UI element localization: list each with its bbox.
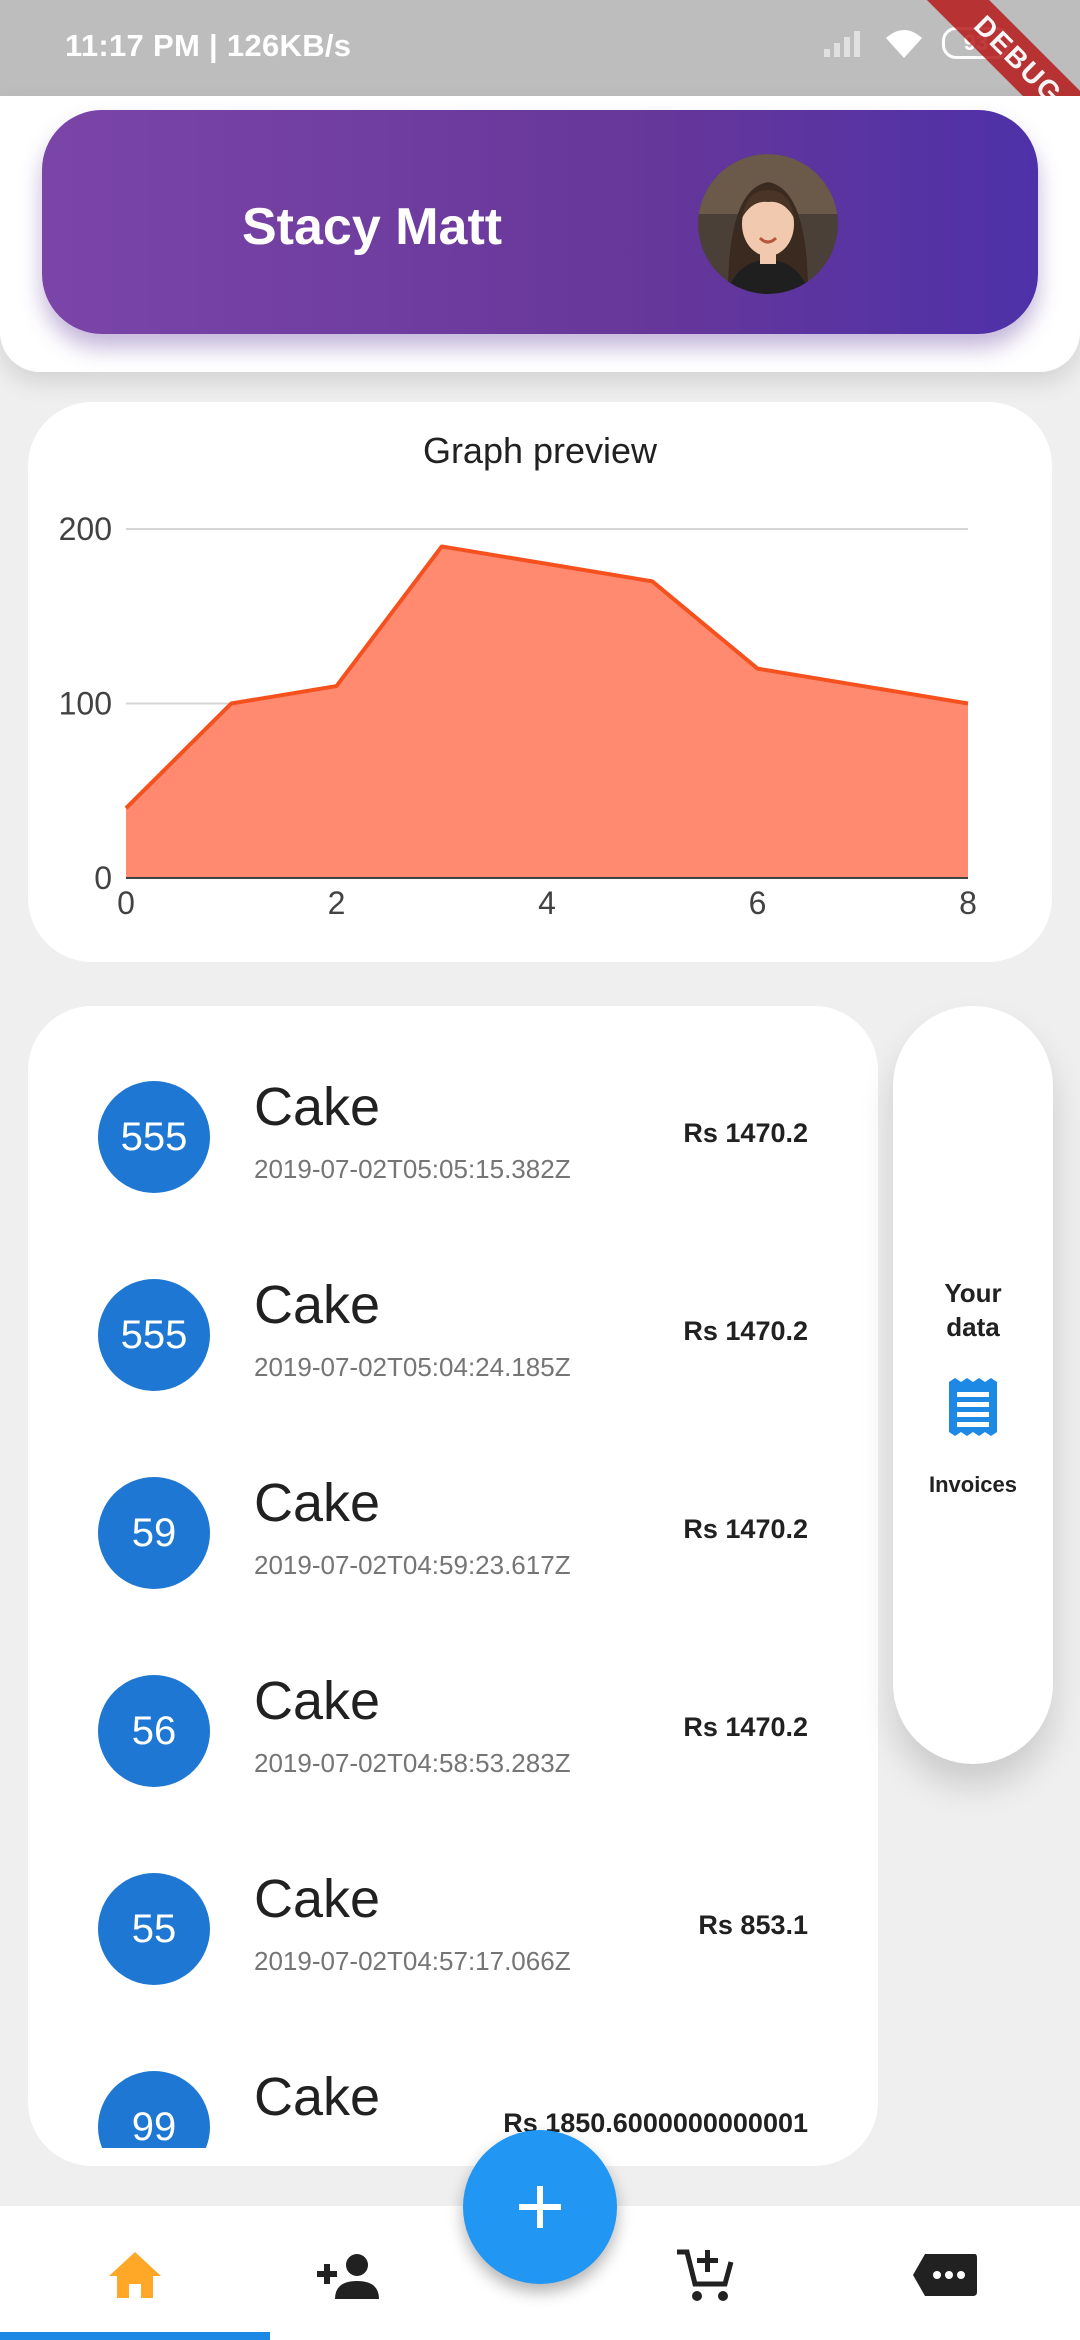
area-chart: 0 100 200 0 2 4 6 8: [59, 511, 977, 921]
person-add-icon: [317, 2254, 379, 2299]
nav-add-person[interactable]: [312, 2240, 382, 2310]
plus-icon: [519, 2186, 561, 2228]
item-title: Cake: [254, 1473, 381, 1533]
nav-messages[interactable]: [910, 2240, 980, 2310]
item-price: Rs 1470.2: [683, 1316, 808, 1346]
list-item[interactable]: 55 Cake 2019-07-02T04:57:17.066Z Rs 853.…: [28, 1798, 878, 1996]
list-item[interactable]: 555 Cake 2019-07-02T05:05:15.382Z Rs 147…: [28, 1006, 878, 1204]
item-title: Cake: [254, 1671, 381, 1731]
area-series: [126, 546, 968, 878]
active-tab-indicator: [0, 2332, 270, 2340]
y-tick-label: 200: [59, 511, 112, 547]
x-tick-label: 6: [749, 885, 767, 921]
item-badge: 55: [98, 1873, 210, 1985]
side-panel-title-line2: data: [946, 1312, 1000, 1342]
x-tick-label: 2: [328, 885, 346, 921]
item-badge: 56: [98, 1675, 210, 1787]
receipt-icon[interactable]: [947, 1378, 999, 1436]
nav-add-cart[interactable]: [670, 2240, 740, 2310]
add-cart-icon: [677, 2249, 734, 2301]
item-title: Cake: [254, 2067, 381, 2127]
list-item[interactable]: 56 Cake 2019-07-02T04:58:53.283Z Rs 1470…: [28, 1600, 878, 1798]
item-badge: 59: [98, 1477, 210, 1589]
list-item[interactable]: 555 Cake 2019-07-02T05:04:24.185Z Rs 147…: [28, 1204, 878, 1402]
item-date: 2019-07-02T05:05:15.382Z: [254, 1154, 571, 1184]
item-price: Rs 1470.2: [683, 1118, 808, 1148]
item-badge: 555: [98, 1279, 210, 1391]
item-date: 2019-07-02T05:04:24.185Z: [254, 1352, 571, 1382]
y-tick-label: 100: [59, 686, 112, 722]
item-date: 2019-07-02T04:57:17.066Z: [254, 1946, 571, 1976]
item-price: Rs 1470.2: [683, 1712, 808, 1742]
nav-home[interactable]: [100, 2240, 170, 2310]
transactions-list[interactable]: 555 Cake 2019-07-02T05:05:15.382Z Rs 147…: [28, 1006, 878, 2166]
side-panel-title: Your data: [893, 1276, 1053, 1344]
invoices-label[interactable]: Invoices: [893, 1472, 1053, 1498]
item-badge: 99: [98, 2071, 210, 2148]
your-data-panel[interactable]: Your data Invoices: [893, 1006, 1053, 1764]
item-title: Cake: [254, 1077, 381, 1137]
item-title: Cake: [254, 1275, 381, 1335]
side-panel-title-line1: Your: [944, 1278, 1002, 1308]
list-item[interactable]: 99 Cake Rs 1850.6000000000001: [28, 1996, 878, 2148]
item-price: Rs 1470.2: [683, 1514, 808, 1544]
item-date: 2019-07-02T04:59:23.617Z: [254, 1550, 571, 1580]
x-tick-label: 8: [959, 885, 977, 921]
x-tick-label: 4: [538, 885, 556, 921]
item-date: 2019-07-02T04:58:53.283Z: [254, 1748, 571, 1778]
item-badge: 555: [98, 1081, 210, 1193]
item-title: Cake: [254, 1869, 381, 1929]
home-icon: [109, 2252, 161, 2298]
y-tick-label: 0: [94, 860, 112, 896]
message-icon: [913, 2254, 977, 2296]
item-price: Rs 853.1: [698, 1910, 808, 1940]
x-tick-label: 0: [117, 885, 135, 921]
add-fab-button[interactable]: [463, 2130, 617, 2284]
list-item[interactable]: 59 Cake 2019-07-02T04:59:23.617Z Rs 1470…: [28, 1402, 878, 1600]
